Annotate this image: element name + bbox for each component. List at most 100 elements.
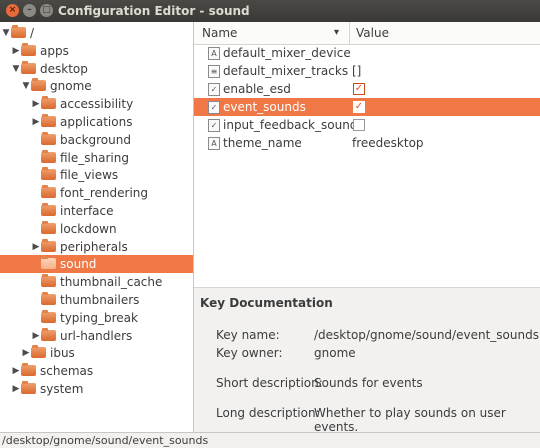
key-documentation-panel: Key Documentation Key name: /desktop/gno… <box>194 287 540 434</box>
tree-item-file-sharing[interactable]: file_sharing <box>0 149 193 167</box>
tree-item-file-views[interactable]: file_views <box>0 166 193 184</box>
key-value[interactable]: freedesktop <box>352 134 424 152</box>
tree-item-peripherals[interactable]: ▶ peripherals <box>0 238 193 256</box>
collapsed-arrow-icon[interactable]: ▶ <box>31 113 41 131</box>
key-name: theme_name <box>223 136 302 150</box>
short-description-label: Short description: <box>216 376 323 390</box>
key-row-default-mixer-tracks[interactable]: ≡ default_mixer_tracks[] <box>194 62 540 80</box>
tree-item-sound[interactable]: sound <box>0 255 193 274</box>
boolean-type-icon: ✓ <box>208 101 220 114</box>
tree-item-apps[interactable]: ▶ apps <box>0 42 193 60</box>
collapsed-arrow-icon[interactable]: ▶ <box>11 42 21 60</box>
tree-item-background[interactable]: background <box>0 131 193 149</box>
tree-item-interface[interactable]: interface <box>0 202 193 220</box>
folder-icon <box>41 274 56 288</box>
tree-item-label: interface <box>60 204 114 218</box>
folder-icon <box>41 309 56 323</box>
title-bar[interactable]: × – □ Configuration Editor - sound <box>0 0 540 22</box>
tree-item-label: thumbnailers <box>60 293 140 307</box>
maximize-button[interactable]: □ <box>40 4 53 17</box>
key-name: event_sounds <box>223 100 306 114</box>
value-column-header[interactable]: Value <box>350 22 540 45</box>
key-value[interactable]: [] <box>352 62 361 80</box>
folder-icon <box>41 292 56 305</box>
key-row-enable-esd[interactable]: ✓ enable_esd ✓ <box>194 80 540 98</box>
minimize-button[interactable]: – <box>23 4 36 17</box>
folder-icon <box>31 345 46 359</box>
expanded-arrow-icon[interactable]: ▼ <box>21 77 31 95</box>
folder-icon <box>41 220 56 234</box>
tree-item-lockdown[interactable]: lockdown <box>0 220 193 238</box>
tree-item-url-handlers[interactable]: ▶ url-handlers <box>0 327 193 345</box>
key-name: enable_esd <box>223 82 291 96</box>
tree-item-label: accessibility <box>60 97 134 112</box>
key-row-default-mixer-device[interactable]: Adefault_mixer_device <box>194 44 540 62</box>
tree-item-label: font_rendering <box>60 186 149 201</box>
expanded-arrow-icon[interactable]: ▼ <box>11 60 21 78</box>
collapsed-arrow-icon[interactable]: ▶ <box>31 327 41 345</box>
tree-item-ibus[interactable]: ▶ ibus <box>0 344 193 362</box>
tree-item-label: file_sharing <box>60 150 129 165</box>
key-owner-value: gnome <box>314 346 356 360</box>
close-button[interactable]: × <box>6 4 19 17</box>
collapsed-arrow-icon[interactable]: ▶ <box>31 238 41 256</box>
value-checkbox[interactable]: ✓ <box>353 83 365 95</box>
key-owner-label: Key owner: <box>216 346 283 360</box>
folder-icon <box>41 327 56 341</box>
tree-item-label: / <box>30 26 35 40</box>
tree-item-system[interactable]: ▶ system <box>0 380 193 398</box>
key-row-event-sounds[interactable]: ✓ event_sounds ✓ <box>194 98 540 116</box>
key-row-theme-name[interactable]: Atheme_name freedesktop <box>194 134 540 152</box>
tree-item-gnome[interactable]: ▼ gnome <box>0 77 193 95</box>
tree-item-thumbnail-cache[interactable]: thumbnail_cache <box>0 273 193 291</box>
folder-icon <box>41 203 56 216</box>
tree-item-schemas[interactable]: ▶ schemas <box>0 362 193 380</box>
boolean-type-icon: ✓ <box>208 83 220 96</box>
key-row-input-feedback-sounds[interactable]: ✓ input_feedback_sounds <box>194 116 540 134</box>
tree-item-label: system <box>40 382 84 396</box>
folder-icon <box>41 149 56 163</box>
folder-icon <box>31 78 46 92</box>
tree-item-label: schemas <box>40 364 94 379</box>
value-checkbox[interactable] <box>353 119 365 131</box>
folder-icon <box>41 131 56 145</box>
key-name: default_mixer_tracks <box>223 64 349 78</box>
collapsed-arrow-icon[interactable]: ▶ <box>11 362 21 380</box>
tree-item-typing-break[interactable]: typing_break <box>0 309 193 327</box>
folder-icon <box>11 25 26 38</box>
value-checkbox[interactable]: ✓ <box>353 101 365 113</box>
value-column-label: Value <box>356 26 389 40</box>
long-description-value: Whether to play sounds on user events. <box>314 406 506 434</box>
string-type-icon: A <box>208 47 220 60</box>
expanded-arrow-icon[interactable]: ▼ <box>1 24 11 42</box>
config-editor-window: × – □ Configuration Editor - sound ▼ / ▶ ap… <box>0 0 540 448</box>
collapsed-arrow-icon[interactable]: ▶ <box>21 344 31 362</box>
name-column-header[interactable]: Name ▾ <box>194 22 350 45</box>
name-column-label: Name <box>202 26 238 40</box>
sort-down-icon: ▾ <box>334 27 340 38</box>
boolean-type-icon: ✓ <box>208 119 220 132</box>
tree-item-accessibility[interactable]: ▶ accessibility <box>0 95 193 113</box>
folder-icon <box>41 114 56 127</box>
short-description-value: Sounds for events <box>314 376 423 390</box>
directory-tree[interactable]: ▼ / ▶ apps ▼ desktop ▼ gnome ▶ accessibility ▶ appl… <box>0 22 194 432</box>
window-title: Configuration Editor - sound <box>58 4 250 18</box>
tree-item-desktop[interactable]: ▼ desktop <box>0 60 193 78</box>
tree-item-thumbnailers[interactable]: thumbnailers <box>0 291 193 309</box>
tree-item-applications[interactable]: ▶ applications <box>0 113 193 131</box>
tree-item-label: url-handlers <box>60 328 133 343</box>
tree-item-root[interactable]: ▼ / <box>0 24 193 42</box>
folder-icon <box>41 185 56 199</box>
folder-icon <box>21 363 36 377</box>
tree-item-label: apps <box>40 43 69 58</box>
tree-item-label: background <box>60 132 131 147</box>
tree-item-label: gnome <box>50 79 92 94</box>
tree-item-label: peripherals <box>60 239 128 254</box>
tree-item-font-rendering[interactable]: font_rendering <box>0 184 193 202</box>
tree-item-label: applications <box>60 115 133 129</box>
folder-icon <box>41 96 56 110</box>
string-type-icon: A <box>208 137 220 150</box>
collapsed-arrow-icon[interactable]: ▶ <box>31 95 41 113</box>
keys-list[interactable]: Name ▾ Value Adefault_mixer_device ≡ defau… <box>194 22 540 287</box>
collapsed-arrow-icon[interactable]: ▶ <box>11 380 21 398</box>
